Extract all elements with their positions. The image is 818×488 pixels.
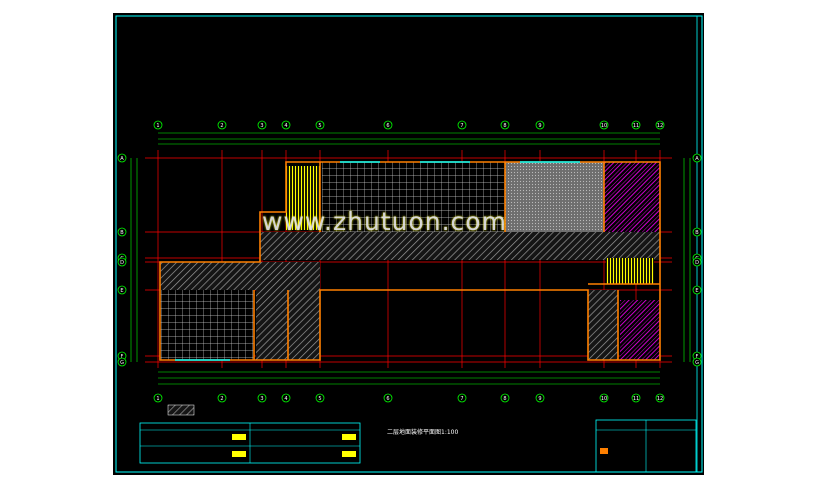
room-south-west	[160, 290, 254, 360]
grid-bubble-label: 12	[657, 123, 663, 129]
west-corridor	[160, 262, 320, 290]
grid-bubble-label: E	[120, 288, 123, 294]
stair-north-west	[286, 166, 320, 230]
grid-bubble-label: 4	[284, 123, 287, 129]
room-south-east	[620, 300, 660, 360]
corridor-floor	[260, 232, 660, 260]
room-north-east-2	[604, 162, 660, 232]
grid-bubble-label: A	[120, 156, 124, 162]
floor-plan-drawing: 123456789101112 123456789101112 AABBCCDD…	[113, 13, 704, 475]
grid-bubble-label: A	[695, 156, 699, 162]
grid-bubble-label: 11	[633, 396, 639, 402]
grid-bubble-label: 4	[284, 396, 287, 402]
room-large-north	[322, 162, 504, 232]
grid-bubble-label: 2	[220, 123, 223, 129]
grid-bubble-label: 7	[460, 396, 463, 402]
cad-viewport[interactable]: 123456789101112 123456789101112 AABBCCDD…	[0, 0, 818, 488]
grid-bubble-label: 8	[503, 396, 506, 402]
grid-bubble-label: G	[120, 360, 124, 366]
grid-bubble-label: E	[695, 288, 698, 294]
grid-bubble-label: 8	[503, 123, 506, 129]
grid-bubble-label: 10	[601, 396, 607, 402]
grid-bubble-label: 5	[318, 396, 321, 402]
plan-title: 二层地面装修平面图1:100	[387, 429, 459, 436]
room-east-small	[588, 290, 618, 360]
grid-bubble-label: 9	[538, 396, 541, 402]
stair-east	[606, 258, 654, 284]
grid-bubble-label: 5	[318, 123, 321, 129]
grid-bubble-label: 10	[601, 123, 607, 129]
grid-bubble-label: 11	[633, 123, 639, 129]
grid-bubble-label: 1	[156, 123, 159, 129]
grid-bubble-label: B	[695, 230, 699, 236]
grid-bubble-label: 6	[386, 396, 389, 402]
grid-bubble-label: 12	[657, 396, 663, 402]
room-north-east-1	[505, 162, 605, 232]
grid-bubble-label: 3	[260, 396, 263, 402]
grid-bubble-label: B	[120, 230, 124, 236]
grid-bubble-label: 7	[460, 123, 463, 129]
grid-bubble-label: 3	[260, 123, 263, 129]
grid-bubble-label: 2	[220, 396, 223, 402]
grid-bubble-label: 9	[538, 123, 541, 129]
grid-bubble-label: D	[120, 260, 124, 266]
hatch-sample	[167, 404, 195, 416]
grid-bubble-label: 1	[156, 396, 159, 402]
grid-bubble-label: D	[695, 260, 699, 266]
grid-bubble-label: G	[695, 360, 699, 366]
grid-bubble-label: 6	[386, 123, 389, 129]
